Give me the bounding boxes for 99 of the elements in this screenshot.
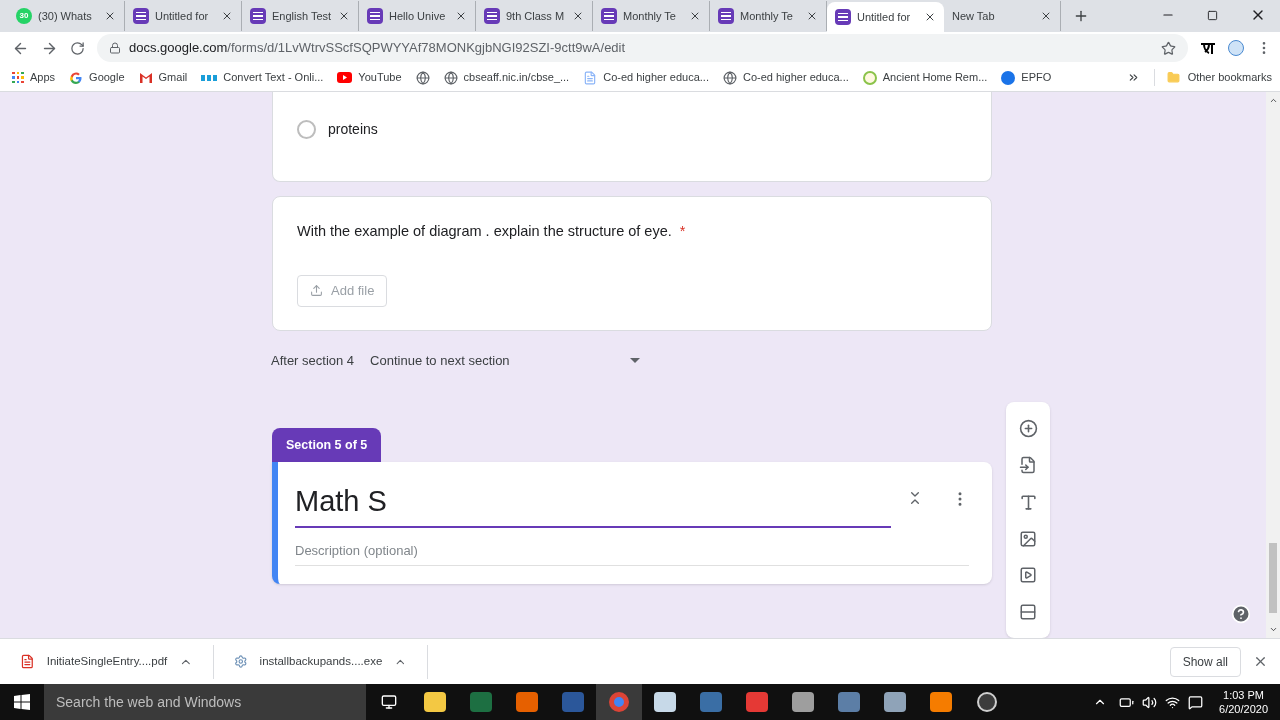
pgc-logo-icon [201,73,218,82]
new-tab-icon[interactable] [1073,8,1089,24]
chat-badge-icon: 30 [16,8,32,24]
close-icon[interactable] [455,10,467,22]
tab-title: Untitled for [155,8,210,24]
bookmark[interactable]: cbseaff.nic.in/cbse_... [463,69,570,86]
grid-icon [12,71,24,84]
close-icon[interactable] [221,10,233,22]
import-icon[interactable] [1019,456,1037,475]
video-icon[interactable] [1019,566,1037,585]
close-icon[interactable] [338,10,350,22]
extension-logo-icon[interactable] [1228,40,1244,56]
bookmark[interactable]: Convert Text - Onli... [223,69,324,86]
clock[interactable]: 1:03 PM 6/20/2020 [1207,688,1280,716]
browser-tab[interactable]: English Test [242,1,359,31]
show-all-button[interactable]: Show all [1169,646,1241,677]
close-icon[interactable] [806,10,818,22]
browser-tab[interactable]: Untitled for [827,2,944,32]
bookmark[interactable]: YouTube [358,69,402,86]
translate-extension-icon[interactable] [1200,41,1216,55]
form-icon [367,8,383,24]
bookmark[interactable]: Gmail [158,69,188,86]
form-icon [250,8,266,24]
radio-option[interactable]: proteins [297,119,378,140]
other-bookmarks[interactable]: Other bookmarks [1187,69,1272,86]
globe-icon [443,70,458,85]
bookmark-star-icon[interactable] [1161,40,1176,56]
browser-tab[interactable]: Hello Unive [359,1,476,31]
close-icon[interactable] [924,11,936,23]
volume-icon[interactable] [1142,694,1158,710]
play-icon [337,72,353,83]
pdf-icon [20,654,35,669]
bookmark[interactable]: Ancient Home Rem... [882,69,988,86]
form-icon [835,9,851,25]
add-question-icon[interactable] [1018,419,1038,439]
question-text: With the example of diagram . explain the structure of eye. [297,222,672,241]
scroll-down-icon[interactable] [1268,625,1278,634]
leaf-icon [862,70,877,85]
close-icon[interactable] [1040,10,1052,22]
radio-button[interactable] [297,120,316,139]
scrollbar[interactable] [1266,92,1280,638]
tab-title: English Test [272,8,332,24]
bookmark[interactable]: Co-ed higher educa... [603,69,709,86]
close-icon[interactable] [104,10,116,22]
tab-title: Monthly Te [740,8,794,24]
title-text-icon[interactable] [1018,492,1038,512]
bookmark[interactable]: Apps [30,69,56,86]
bookmark[interactable]: EPFO [1021,69,1052,86]
upload-icon [310,284,323,298]
info-icon [1001,70,1016,85]
required-mark: * [679,222,686,241]
download-item[interactable]: InitiateSingleEntry....pdf [0,644,214,679]
tab-title: 9th Class M [506,8,566,24]
bookmark[interactable]: Co-ed higher educa... [743,69,849,86]
globe-icon [723,70,737,85]
mail-icon [138,72,153,83]
form-icon [133,8,149,24]
image-icon[interactable] [1019,530,1037,549]
windows-start-icon[interactable] [14,694,30,710]
browser-tab[interactable]: 9th Class M [476,1,593,31]
tab-title: New Tab [952,8,996,24]
section-title-field[interactable]: Math S [295,481,891,528]
dropdown-arrow-icon [630,358,641,364]
tab-title: Untitled for [857,9,912,25]
form-icon [484,8,500,24]
address-field[interactable]: docs.google.com/forms/d/1LvWtrvSScfSQPWYYAf78MONKgjbNGI92SZI-9ctt9wA/edit [97,34,1188,62]
browser-tab[interactable]: New Tab [944,1,1061,31]
close-icon[interactable] [689,10,701,22]
form-icon [718,8,734,24]
restore-icon[interactable] [1207,9,1218,21]
tab-title: Hello Unive [389,8,447,24]
task-view-icon[interactable] [381,694,397,710]
installer-icon [234,654,248,669]
form-icon [601,8,617,24]
after-section-label: After section 4 [271,352,355,370]
browser-tab[interactable]: 30 (30) Whats [8,1,125,31]
tab-title: (30) Whats [38,8,93,24]
browser-tab[interactable]: Monthly Te [593,1,710,31]
download-item[interactable]: installbackupands....exe [214,644,428,679]
bookmark[interactable]: Google [89,69,125,86]
scrollbar-thumb[interactable] [1269,543,1277,613]
description-field[interactable]: Description (optional) [295,535,969,566]
browser-tab[interactable]: Monthly Te [710,1,827,31]
google-icon [69,70,84,85]
lock-icon [109,42,121,54]
reload-icon[interactable] [70,40,85,56]
close-icon[interactable] [1253,654,1268,669]
url-text: docs.google.com/forms/d/1LvWtrvSScfSQPWYYAf78MONKgjbNGI92SZI-9ctt9wA/edit [129,39,627,58]
taskbar-search-field[interactable]: Search the web and Windows [44,684,366,720]
section-icon[interactable] [1019,602,1037,621]
help-icon[interactable] [1231,604,1251,624]
notifications-icon[interactable] [1188,694,1204,710]
browser-tab[interactable]: Untitled for [125,1,242,31]
scroll-up-icon[interactable] [1268,96,1278,105]
close-icon[interactable] [572,10,584,22]
globe-icon [415,70,430,85]
tab-title: Monthly Te [623,8,677,24]
wifi-icon[interactable] [1165,694,1181,710]
next-section-dropdown[interactable]: Continue to next section [370,351,641,371]
